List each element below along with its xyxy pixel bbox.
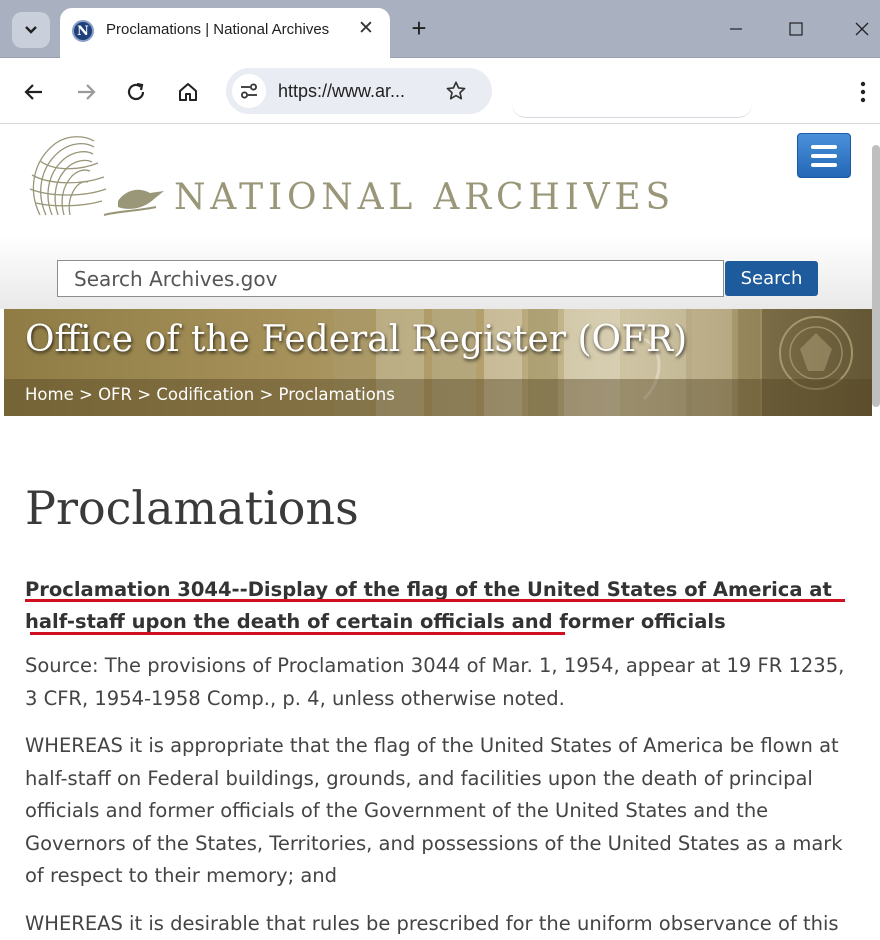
- close-icon: [855, 22, 869, 36]
- minimize-window-button[interactable]: [716, 14, 756, 44]
- site-logo-text[interactable]: NATIONAL ARCHIVES: [174, 177, 675, 218]
- arrow-left-icon: [24, 84, 42, 100]
- breadcrumb-separator: >: [78, 385, 99, 404]
- close-window-button[interactable]: [842, 14, 880, 44]
- minimize-icon: [730, 28, 742, 30]
- menu-bar-icon: [811, 162, 837, 167]
- url-text[interactable]: https://www.ar...: [278, 81, 405, 102]
- tab-search-dropdown[interactable]: [12, 12, 50, 48]
- menu-bar-icon: [811, 144, 837, 149]
- close-tab-icon[interactable]: ✕: [356, 18, 376, 40]
- breadcrumb-proclamations-link[interactable]: Proclamations: [279, 385, 395, 404]
- toolbar-ghost-outline: [512, 96, 752, 118]
- chevron-down-icon: [25, 26, 37, 34]
- web-page: NATIONAL ARCHIVES Search Office of the F…: [0, 125, 880, 940]
- site-search-input[interactable]: [57, 260, 724, 297]
- annotation-underline: [25, 599, 845, 602]
- breadcrumb-ofr-link[interactable]: OFR: [98, 385, 132, 404]
- body-paragraph: WHEREAS it is appropriate that the flag …: [25, 734, 843, 887]
- browser-menu-button[interactable]: [850, 76, 876, 108]
- more-vertical-icon: [860, 81, 866, 103]
- annotation-underline: [30, 632, 565, 635]
- back-button[interactable]: [16, 74, 52, 110]
- home-button[interactable]: [170, 74, 206, 110]
- breadcrumb-codification-link[interactable]: Codification: [156, 385, 254, 404]
- new-tab-plus-icon[interactable]: +: [404, 14, 434, 44]
- tab-title: Proclamations | National Archives: [106, 21, 330, 38]
- home-icon: [179, 83, 197, 101]
- forward-button[interactable]: [68, 74, 104, 110]
- breadcrumb-home-link[interactable]: Home: [25, 385, 74, 404]
- body-paragraph: WHEREAS it is desirable that rules be pr…: [25, 912, 839, 935]
- banner-title: Office of the Federal Register (OFR): [25, 319, 688, 360]
- site-menu-button[interactable]: [797, 133, 851, 178]
- star-icon: [446, 81, 466, 100]
- tune-icon: [241, 83, 257, 99]
- browser-tab-active[interactable]: N Proclamations | National Archives ✕: [60, 8, 390, 58]
- page-scrollbar[interactable]: [872, 145, 880, 407]
- site-search-button[interactable]: Search: [725, 261, 818, 296]
- maximize-window-button[interactable]: [776, 14, 816, 44]
- maximize-icon: [789, 22, 803, 36]
- reload-button[interactable]: [118, 74, 154, 110]
- page-title: Proclamations: [25, 481, 359, 535]
- menu-bar-icon: [811, 153, 837, 158]
- tab-strip: N Proclamations | National Archives ✕ +: [0, 0, 880, 58]
- reload-icon: [127, 82, 145, 101]
- site-header: NATIONAL ARCHIVES Search: [0, 125, 872, 309]
- arrow-right-icon: [78, 84, 96, 100]
- breadcrumb-separator: >: [137, 385, 157, 404]
- address-bar[interactable]: https://www.ar...: [226, 68, 492, 114]
- national-archives-favicon-icon: N: [72, 20, 94, 42]
- ofr-banner: Office of the Federal Register (OFR) Hom…: [4, 309, 872, 416]
- breadcrumb-separator: >: [259, 385, 279, 404]
- national-archives-eagle-logo-icon[interactable]: [22, 131, 168, 223]
- site-info-button[interactable]: [232, 74, 266, 108]
- source-note: Source: The provisions of Proclamation 3…: [25, 654, 845, 710]
- breadcrumb: Home > OFR > Codification > Proclamation…: [25, 385, 395, 404]
- proclamation-3044-link[interactable]: Proclamation 3044--Display of the flag o…: [25, 574, 855, 638]
- bookmark-star-button[interactable]: [442, 77, 470, 105]
- browser-toolbar: https://www.ar...: [0, 58, 880, 124]
